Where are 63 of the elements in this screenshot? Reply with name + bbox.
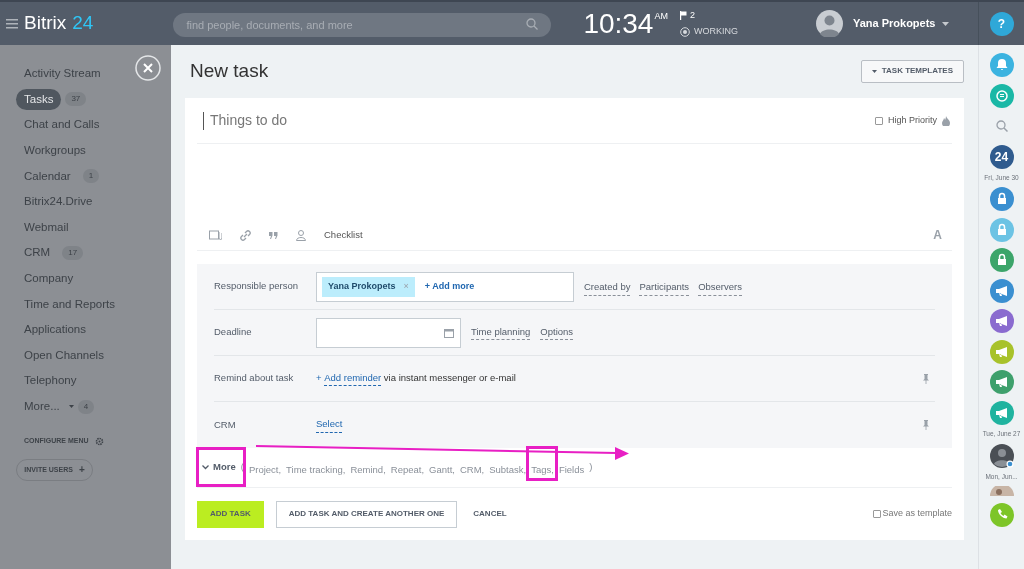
cancel-button[interactable]: CANCEL [469, 500, 511, 528]
field-label: CRM [214, 417, 237, 432]
add-task-button[interactable]: ADD TASK [197, 500, 264, 528]
deadline-link[interactable]: Options [540, 324, 574, 341]
more-option-link[interactable]: Time tracking, [286, 463, 346, 475]
checklist-button[interactable]: Checklist [324, 227, 363, 243]
clock-time: 10:34 [583, 9, 654, 38]
field-label: Deadline [214, 325, 253, 340]
sidebar-item[interactable]: More... [16, 397, 68, 416]
role-link[interactable]: Participants [639, 280, 690, 296]
bracket: ) [589, 460, 593, 475]
field-label: Responsible person [214, 279, 299, 294]
sidebar-item[interactable]: Applications [16, 321, 94, 339]
add-reminder-link[interactable]: Add reminder [324, 370, 382, 387]
sidebar-item[interactable]: CRM [16, 244, 59, 262]
sidebar-item[interactable]: Open Channels [16, 346, 112, 364]
sidebar-item[interactable]: Bitrix24.Drive [16, 193, 101, 211]
sidebar-item[interactable]: Company [16, 269, 82, 288]
more-option-link[interactable]: Subtask, [489, 463, 527, 475]
person-tag[interactable]: Yana Prokopets × [322, 276, 415, 297]
role-link[interactable]: Created by [584, 280, 631, 296]
more-option-link[interactable]: Gantt, [429, 463, 455, 475]
logo-number: 24 [72, 11, 94, 36]
select-link[interactable]: Select [316, 417, 343, 433]
field-label: Remind about task [214, 371, 295, 386]
task-templates-button[interactable]: TASK TEMPLATES [860, 59, 964, 83]
logo-text: Bitrix [24, 11, 67, 36]
add-more-link[interactable]: + Add more [424, 279, 475, 294]
help-button[interactable]: ? [989, 11, 1014, 36]
font-button[interactable]: A [933, 226, 942, 244]
checkbox-label: High Priority [888, 113, 937, 127]
sidebar-item[interactable]: Calendar [16, 167, 79, 185]
deadline-link[interactable]: Time planning [471, 324, 531, 341]
more-option-link[interactable]: Fields [558, 463, 585, 475]
sidebar-item[interactable]: Time and Reports [16, 295, 123, 313]
checkbox-label: Save as template [882, 507, 952, 521]
plus-sign: + [316, 371, 323, 386]
more-button[interactable]: More [202, 460, 236, 475]
remove-icon[interactable]: × [403, 279, 409, 294]
more-option-link[interactable]: Repeat, [390, 463, 425, 475]
role-link[interactable]: Observers [698, 280, 742, 296]
more-option-link[interactable]: Remind, [350, 463, 386, 475]
sidebar-item[interactable]: Workgroups [16, 141, 94, 160]
more-option-link[interactable]: CRM, [459, 463, 485, 475]
count-badge: 17 [62, 245, 84, 260]
clock-ampm: AM [654, 9, 668, 23]
more-option-link[interactable]: Project, [248, 463, 282, 475]
flag-count: 2 [689, 8, 695, 22]
reminder-hint: via instant messenger or e-mail [382, 371, 516, 386]
work-status: WORKING [693, 25, 738, 38]
app-button[interactable]: 24 [989, 144, 1014, 169]
user-name[interactable]: Yana Prokopets [852, 15, 936, 32]
sidebar-item[interactable]: Activity Stream [16, 65, 109, 83]
page-title: New task [190, 58, 269, 83]
sidebar-item[interactable]: Webmail [16, 218, 77, 236]
responsible-person-field[interactable]: Yana Prokopets × + Add more [316, 271, 574, 302]
task-title-field[interactable]: Things to do [203, 111, 875, 130]
sidebar-item[interactable]: Chat and Calls [16, 116, 108, 134]
add-another-button[interactable]: ADD TASK AND CREATE ANOTHER ONE [275, 500, 458, 528]
more-option-link[interactable]: Tags, [531, 463, 554, 475]
sidebar-item[interactable]: Tasks [16, 88, 62, 110]
sidebar-item[interactable]: Telephony [16, 372, 85, 390]
count-badge: 4 [77, 399, 95, 414]
